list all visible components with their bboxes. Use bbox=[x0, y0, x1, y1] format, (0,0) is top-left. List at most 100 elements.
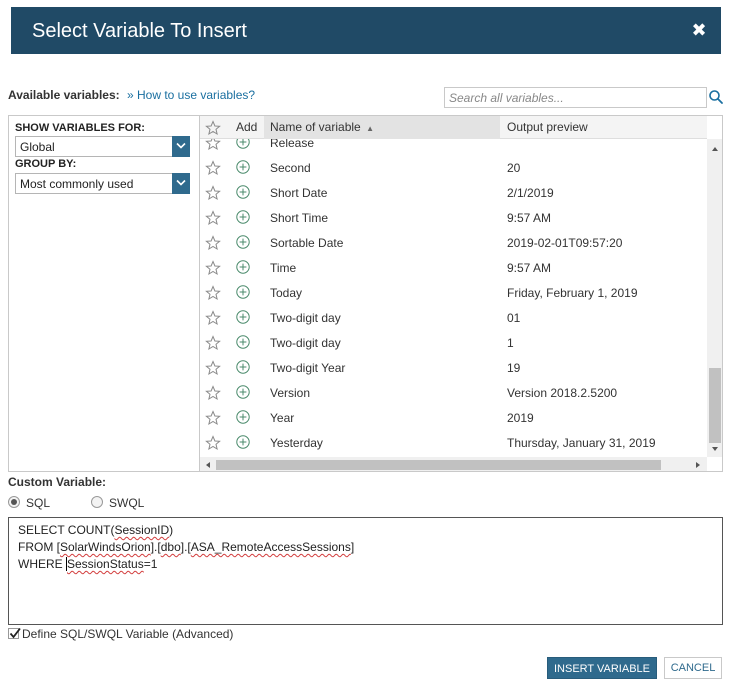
horizontal-scroll-thumb[interactable] bbox=[216, 460, 661, 470]
horizontal-scrollbar[interactable] bbox=[200, 457, 707, 471]
variable-name: Short Date bbox=[270, 186, 328, 200]
add-plus-icon[interactable] bbox=[235, 334, 251, 350]
variable-name: Two-digit day bbox=[270, 336, 341, 350]
variable-row[interactable]: Version Version 2018.2.5200 bbox=[200, 381, 707, 406]
chevron-down-icon bbox=[176, 142, 186, 149]
variable-row[interactable]: Two-digit day 01 bbox=[200, 306, 707, 331]
variable-row[interactable]: Short Date 2/1/2019 bbox=[200, 181, 707, 206]
filter-panel: SHOW VARIABLES FOR: Global GROUP BY: Mos… bbox=[8, 115, 200, 472]
add-plus-icon[interactable] bbox=[235, 209, 251, 225]
add-plus-icon[interactable] bbox=[235, 359, 251, 375]
variable-name: Version bbox=[270, 386, 311, 400]
variable-output: 2019-02-01T09:57:20 bbox=[507, 236, 623, 250]
variable-name: Time bbox=[270, 261, 297, 275]
swql-radio[interactable] bbox=[91, 496, 103, 508]
swql-radio-label: SWQL bbox=[109, 496, 145, 510]
scroll-right-icon[interactable] bbox=[693, 460, 703, 470]
variable-output: Friday, February 1, 2019 bbox=[507, 286, 638, 300]
variable-row[interactable]: Sortable Date 2019-02-01T09:57:20 bbox=[200, 231, 707, 256]
sql-radio-option[interactable]: SQL bbox=[8, 495, 58, 511]
checkmark-icon bbox=[9, 627, 21, 639]
output-column-header: Output preview bbox=[507, 120, 588, 134]
favorite-star-icon[interactable] bbox=[205, 335, 221, 351]
sort-asc-icon: ▲ bbox=[366, 124, 374, 133]
variable-row[interactable]: Second 20 bbox=[200, 156, 707, 181]
name-column-header[interactable]: Name of variable ▲ bbox=[264, 116, 500, 139]
search-icon[interactable] bbox=[708, 89, 724, 105]
vertical-scroll-thumb[interactable] bbox=[709, 368, 721, 443]
favorite-star-icon[interactable] bbox=[205, 410, 221, 426]
search-variables-input[interactable] bbox=[444, 87, 707, 108]
name-column-header-label: Name of variable bbox=[270, 120, 361, 134]
favorite-star-icon[interactable] bbox=[205, 210, 221, 226]
favorite-star-icon[interactable] bbox=[205, 235, 221, 251]
add-plus-icon[interactable] bbox=[235, 259, 251, 275]
variable-output: 9:57 AM bbox=[507, 261, 552, 275]
close-icon[interactable]: ✖ bbox=[689, 19, 709, 41]
favorite-star-icon[interactable] bbox=[205, 385, 221, 401]
advanced-checkbox-label: Define SQL/SWQL Variable (Advanced) bbox=[22, 627, 234, 641]
variable-row[interactable]: Short Time 9:57 AM bbox=[200, 206, 707, 231]
sql-line: FROM [SolarWindsOrion].[dbo].[ASA_Remote… bbox=[18, 540, 355, 554]
variable-output: 2/1/2019 bbox=[507, 186, 554, 200]
favorite-star-icon[interactable] bbox=[205, 310, 221, 326]
favorite-star-icon[interactable] bbox=[205, 285, 221, 301]
insert-variable-button[interactable]: INSERT VARIABLE bbox=[547, 657, 657, 679]
available-variables-label: Available variables: bbox=[8, 88, 120, 102]
variable-output: 1 bbox=[507, 336, 514, 350]
add-plus-icon[interactable] bbox=[235, 159, 251, 175]
vertical-scrollbar[interactable] bbox=[707, 139, 722, 457]
show-variables-for-label: SHOW VARIABLES FOR: bbox=[15, 122, 145, 134]
cancel-button[interactable]: CANCEL bbox=[664, 657, 722, 679]
favorite-star-icon[interactable] bbox=[205, 260, 221, 276]
add-plus-icon[interactable] bbox=[235, 184, 251, 200]
group-by-select[interactable]: Most commonly used bbox=[15, 173, 190, 194]
swql-radio-option[interactable]: SWQL bbox=[91, 495, 151, 511]
sql-editor[interactable]: SELECT COUNT(SessionID) FROM [SolarWinds… bbox=[8, 517, 723, 625]
sql-line: WHERE SessionStatus=1 bbox=[18, 557, 158, 571]
variable-name: Today bbox=[270, 286, 303, 300]
add-column-header: Add bbox=[236, 120, 258, 134]
scroll-up-icon[interactable] bbox=[710, 144, 720, 154]
variable-row[interactable]: Two-digit day 1 bbox=[200, 331, 707, 356]
add-plus-icon[interactable] bbox=[235, 409, 251, 425]
variable-output: Thursday, January 31, 2019 bbox=[507, 436, 656, 450]
dropdown-button[interactable] bbox=[172, 173, 190, 194]
favorite-star-icon[interactable] bbox=[205, 435, 221, 451]
favorite-star-icon[interactable] bbox=[205, 360, 221, 376]
variable-row[interactable]: Two-digit Year 19 bbox=[200, 356, 707, 381]
link-separator: » bbox=[127, 88, 134, 102]
variable-row[interactable]: Time 9:57 AM bbox=[200, 256, 707, 281]
add-plus-icon[interactable] bbox=[235, 234, 251, 250]
favorite-star-icon[interactable] bbox=[205, 160, 221, 176]
show-variables-for-select[interactable]: Global bbox=[15, 136, 190, 157]
sql-line: SELECT COUNT(SessionID) bbox=[18, 523, 174, 537]
grid-rows: Release Second 20 Short Date 2/1/2019 Short T… bbox=[200, 116, 707, 457]
variable-output: 2019 bbox=[507, 411, 534, 425]
group-by-label: GROUP BY: bbox=[15, 158, 77, 170]
add-plus-icon[interactable] bbox=[235, 434, 251, 450]
how-to-use-variables-link[interactable]: How to use variables? bbox=[137, 88, 255, 102]
scroll-left-icon[interactable] bbox=[203, 460, 213, 470]
group-by-value: Most commonly used bbox=[20, 177, 134, 191]
variable-row[interactable]: Today Friday, February 1, 2019 bbox=[200, 281, 707, 306]
dialog-titlebar: Select Variable To Insert ✖ bbox=[11, 7, 721, 54]
add-plus-icon[interactable] bbox=[235, 384, 251, 400]
add-plus-icon[interactable] bbox=[235, 309, 251, 325]
advanced-checkbox[interactable] bbox=[8, 627, 21, 639]
variable-name: Two-digit Year bbox=[270, 361, 346, 375]
favorite-header-icon bbox=[205, 116, 221, 139]
dropdown-button[interactable] bbox=[172, 136, 190, 157]
sql-radio[interactable] bbox=[8, 496, 20, 508]
variable-output: 20 bbox=[507, 161, 521, 175]
custom-variable-label: Custom Variable: bbox=[8, 475, 107, 489]
variable-output: 01 bbox=[507, 311, 521, 325]
variable-name: Two-digit day bbox=[270, 311, 341, 325]
variable-row[interactable]: Year 2019 bbox=[200, 406, 707, 431]
variable-row[interactable]: Yesterday Thursday, January 31, 2019 bbox=[200, 431, 707, 456]
add-plus-icon[interactable] bbox=[235, 284, 251, 300]
variable-output: Version 2018.2.5200 bbox=[507, 386, 618, 400]
favorite-star-icon[interactable] bbox=[205, 185, 221, 201]
variable-name: Second bbox=[270, 161, 311, 175]
scroll-down-icon[interactable] bbox=[710, 444, 720, 454]
